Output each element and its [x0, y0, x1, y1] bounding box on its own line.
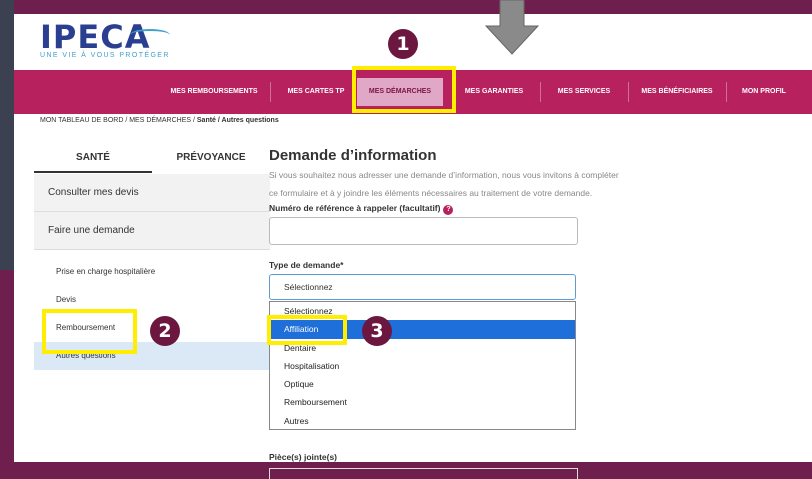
option-optique[interactable]: Optique [270, 375, 575, 393]
highlight-mes-demarches [352, 66, 456, 113]
tab-prevoyance[interactable]: PRÉVOYANCE [152, 147, 270, 171]
down-arrow-icon [484, 0, 540, 55]
option-hospitalisation[interactable]: Hospitalisation [270, 357, 575, 375]
request-type-select[interactable]: Sélectionnez [269, 274, 576, 300]
attachments-label: Pièce(s) jointe(s) [269, 452, 338, 462]
step-badge-1: 1 [388, 29, 418, 59]
help-icon[interactable]: ? [443, 205, 454, 215]
reference-label-text: Numéro de référence à rappeler (facultat… [269, 203, 441, 213]
step-badge-3: 3 [362, 316, 392, 346]
nav-item-mon-profil[interactable]: MON PROFIL [732, 70, 796, 114]
request-form: Demande d’information Si vous souhaitez … [269, 147, 699, 202]
option-autres[interactable]: Autres [270, 412, 575, 430]
highlight-affiliation [267, 315, 347, 345]
nav-item-mes-beneficiaires[interactable]: MES BÉNÉFICIAIRES [634, 70, 720, 114]
form-intro-line-1: Si vous souhaitez nous adresser une dema… [269, 170, 619, 180]
option-remboursement[interactable]: Remboursement [270, 393, 575, 411]
form-title: Demande d’information [269, 147, 437, 164]
highlight-autres-questions [42, 309, 137, 354]
reference-label: Numéro de référence à rappeler (facultat… [269, 203, 454, 215]
breadcrumb-path[interactable]: MON TABLEAU DE BORD / MES DÉMARCHES / [40, 117, 197, 124]
logo-tagline: UNE VIE À VOUS PROTÉGER [40, 52, 170, 59]
sidebar-item-faire-demande[interactable]: Faire une demande [34, 212, 270, 250]
nav-item-mes-remboursements[interactable]: MES REMBOURSEMENTS [164, 70, 264, 114]
request-type-label: Type de demande* [269, 260, 344, 270]
nav-item-mes-cartes-tp[interactable]: MES CARTES TP [276, 70, 356, 114]
tabs: SANTÉ PRÉVOYANCE [34, 147, 270, 173]
breadcrumb-current: Autres questions [221, 117, 279, 124]
breadcrumb-sante[interactable]: Santé [197, 117, 216, 124]
background-left-panel [0, 0, 14, 462]
form-intro: Si vous souhaitez nous adresser une dema… [269, 166, 699, 202]
sidebar-item-consulter-devis[interactable]: Consulter mes devis [34, 174, 270, 212]
reference-input[interactable] [269, 217, 578, 245]
form-intro-line-2: ce formulaire et à y joindre les élément… [269, 188, 593, 198]
attachments-field[interactable] [269, 468, 578, 479]
logo-swoosh-icon [130, 29, 170, 41]
nav-item-mes-garanties[interactable]: MES GARANTIES [454, 70, 534, 114]
sidebar-subitem-prise-en-charge[interactable]: Prise en charge hospitalière [34, 258, 270, 286]
step-badge-2: 2 [150, 316, 180, 346]
tab-sante[interactable]: SANTÉ [34, 147, 152, 173]
breadcrumb: MON TABLEAU DE BORD / MES DÉMARCHES / Sa… [40, 117, 279, 124]
background-band [0, 0, 812, 9]
nav-item-mes-services[interactable]: MES SERVICES [546, 70, 622, 114]
